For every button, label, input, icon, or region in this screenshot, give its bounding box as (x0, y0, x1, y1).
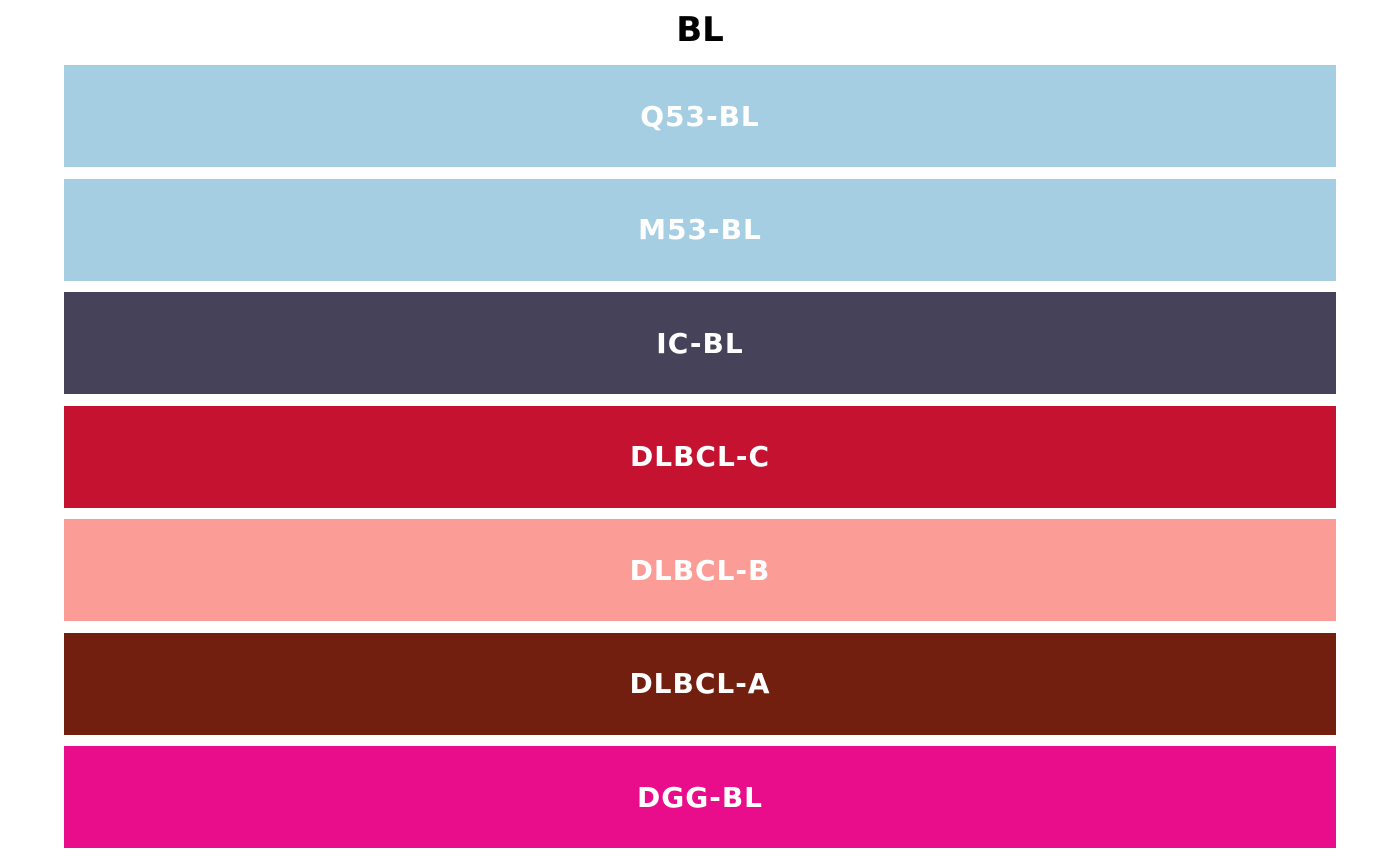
color-swatch-list: Q53-BL M53-BL IC-BL DLBCL-C DLBCL-B DLBCL-A DG… (64, 65, 1336, 848)
swatch-label: DLBCL-C (630, 440, 770, 473)
swatch-label: DLBCL-A (629, 667, 771, 700)
color-swatch: DLBCL-B (64, 519, 1336, 621)
color-swatch: DLBCL-C (64, 405, 1336, 508)
color-swatch: IC-BL (64, 292, 1336, 394)
swatch-label: DLBCL-B (629, 553, 771, 587)
swatch-label: IC-BL (656, 326, 744, 360)
color-swatch: M53-BL (64, 178, 1336, 281)
swatch-label: DGG-BL (636, 780, 763, 814)
color-swatch: DLBCL-A (64, 632, 1336, 735)
color-swatch: Q53-BL (64, 65, 1336, 167)
swatch-label: M53-BL (638, 213, 762, 246)
swatch-label: Q53-BL (640, 99, 760, 133)
chart-title: BL (676, 10, 724, 50)
color-swatch: DGG-BL (64, 746, 1336, 848)
